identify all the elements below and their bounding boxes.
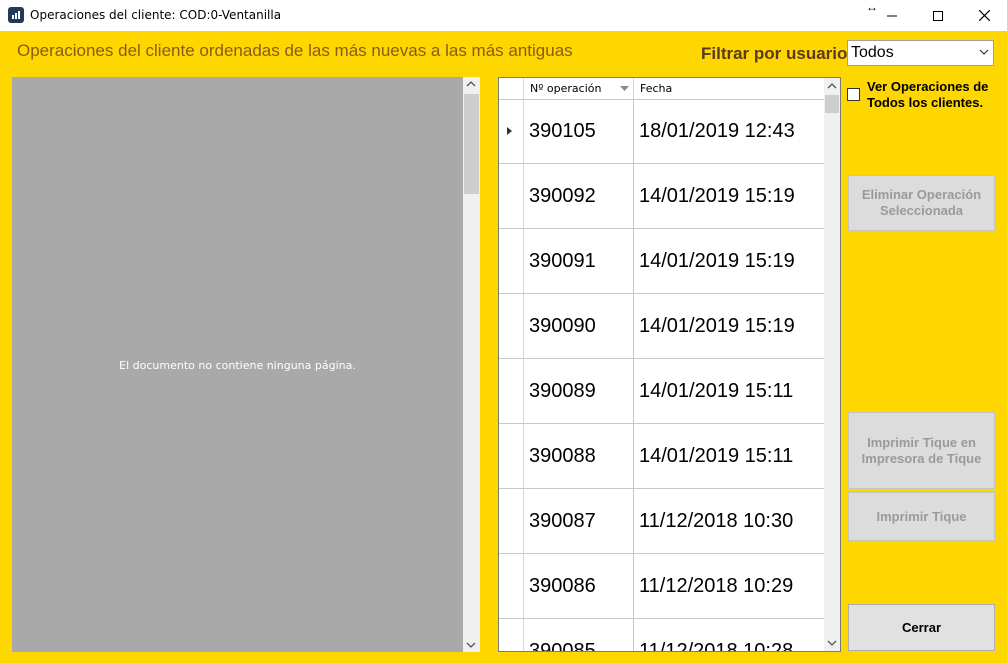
print-ticket-printer-button[interactable]: Imprimir Tique en Impresora de Tique xyxy=(848,412,995,489)
row-header[interactable] xyxy=(499,99,524,163)
delete-operation-button[interactable]: Eliminar Operación Seleccionada xyxy=(848,175,995,231)
window-title: Operaciones del cliente: COD:0-Ventanill… xyxy=(30,8,282,22)
scroll-up-icon[interactable] xyxy=(827,82,837,90)
cell-date[interactable]: 18/01/2019 12:43 xyxy=(634,99,824,163)
row-header[interactable] xyxy=(499,619,524,651)
delete-operation-label: Eliminar Operación Seleccionada xyxy=(861,187,982,218)
print-ticket-button[interactable]: Imprimir Tique xyxy=(848,492,995,541)
table-row[interactable]: 390086 11/12/2018 10:29 xyxy=(499,554,824,619)
scroll-up-icon[interactable] xyxy=(466,80,476,88)
row-header[interactable] xyxy=(499,229,524,293)
print-ticket-printer-label: Imprimir Tique en Impresora de Tique xyxy=(861,434,982,466)
cell-operation-number[interactable]: 390087 xyxy=(524,489,634,553)
cell-date[interactable]: 11/12/2018 10:30 xyxy=(634,489,824,553)
table-row[interactable]: 390089 14/01/2019 15:11 xyxy=(499,359,824,424)
column-header-date[interactable]: Fecha xyxy=(634,78,824,99)
maximize-icon xyxy=(933,10,943,21)
sort-descending-icon xyxy=(620,86,629,91)
column-header-date-label: Fecha xyxy=(640,82,673,95)
row-header[interactable] xyxy=(499,294,524,358)
cell-operation-number[interactable]: 390091 xyxy=(524,229,634,293)
row-header[interactable] xyxy=(499,164,524,228)
column-header-operation-label: Nº operación xyxy=(530,82,602,95)
grid-scrollbar[interactable] xyxy=(824,78,840,651)
viewer-scroll-thumb[interactable] xyxy=(464,94,479,194)
viewer-empty-message: El documento no contiene ninguna página. xyxy=(119,359,356,372)
table-row[interactable]: 390087 11/12/2018 10:30 xyxy=(499,489,824,554)
row-header[interactable] xyxy=(499,489,524,553)
cell-operation-number[interactable]: 390105 xyxy=(524,99,634,163)
cell-operation-number[interactable]: 390090 xyxy=(524,294,634,358)
operations-heading: Operaciones del cliente ordenadas de las… xyxy=(17,41,573,60)
print-ticket-label: Imprimir Tique xyxy=(876,508,967,524)
scroll-down-icon[interactable] xyxy=(466,641,476,649)
app-icon xyxy=(8,7,24,23)
cell-operation-number[interactable]: 390088 xyxy=(524,424,634,488)
row-header[interactable] xyxy=(499,554,524,618)
operations-grid[interactable]: Nº operación Fecha 390105 18/01/2019 12:… xyxy=(498,77,841,652)
table-row[interactable]: 390092 14/01/2019 15:19 xyxy=(499,164,824,229)
scroll-down-icon[interactable] xyxy=(827,639,837,647)
cell-operation-number[interactable]: 390089 xyxy=(524,359,634,423)
current-row-icon xyxy=(507,127,512,135)
maximize-button[interactable] xyxy=(915,0,961,31)
viewer-scrollbar[interactable] xyxy=(463,77,480,652)
cell-date[interactable]: 14/01/2019 15:11 xyxy=(634,424,824,488)
minimize-icon xyxy=(887,15,897,16)
cell-date[interactable]: 11/12/2018 10:29 xyxy=(634,554,824,618)
table-row[interactable]: 390091 14/01/2019 15:19 xyxy=(499,229,824,294)
table-row[interactable]: 390088 14/01/2019 15:11 xyxy=(499,424,824,489)
minimize-button[interactable] xyxy=(869,0,915,31)
close-window-button[interactable] xyxy=(961,0,1007,31)
table-row[interactable]: 390090 14/01/2019 15:19 xyxy=(499,294,824,359)
row-header[interactable] xyxy=(499,424,524,488)
grid-header: Nº operación Fecha xyxy=(499,78,824,100)
cell-operation-number[interactable]: 390092 xyxy=(524,164,634,228)
filter-user-value: Todos xyxy=(851,44,894,61)
cell-date[interactable]: 11/12/2018 10:28 xyxy=(634,619,824,651)
table-row[interactable]: 390105 18/01/2019 12:43 xyxy=(499,99,824,164)
title-bar: Operaciones del cliente: COD:0-Ventanill… xyxy=(0,0,1007,31)
document-viewer: El documento no contiene ninguna página. xyxy=(12,77,463,652)
filter-user-label: Filtrar por usuario: xyxy=(701,44,854,63)
close-label: Cerrar xyxy=(901,619,942,635)
cell-date[interactable]: 14/01/2019 15:11 xyxy=(634,359,824,423)
cell-date[interactable]: 14/01/2019 15:19 xyxy=(634,164,824,228)
row-header[interactable] xyxy=(499,359,524,423)
cell-operation-number[interactable]: 390086 xyxy=(524,554,634,618)
grid-scroll-thumb[interactable] xyxy=(825,95,839,113)
cell-date[interactable]: 14/01/2019 15:19 xyxy=(634,294,824,358)
column-header-operation[interactable]: Nº operación xyxy=(524,78,634,99)
close-button[interactable]: Cerrar xyxy=(848,604,995,651)
cell-date[interactable]: 14/01/2019 15:19 xyxy=(634,229,824,293)
all-clients-label[interactable]: Ver Operaciones de Todos los clientes. xyxy=(867,79,988,111)
all-clients-checkbox[interactable] xyxy=(847,88,860,101)
row-header-corner xyxy=(499,78,524,99)
close-icon xyxy=(978,10,990,21)
chevron-down-icon xyxy=(979,49,989,55)
filter-user-select[interactable]: Todos xyxy=(847,40,994,66)
table-row[interactable]: 390085 11/12/2018 10:28 xyxy=(499,619,824,651)
cell-operation-number[interactable]: 390085 xyxy=(524,619,634,651)
